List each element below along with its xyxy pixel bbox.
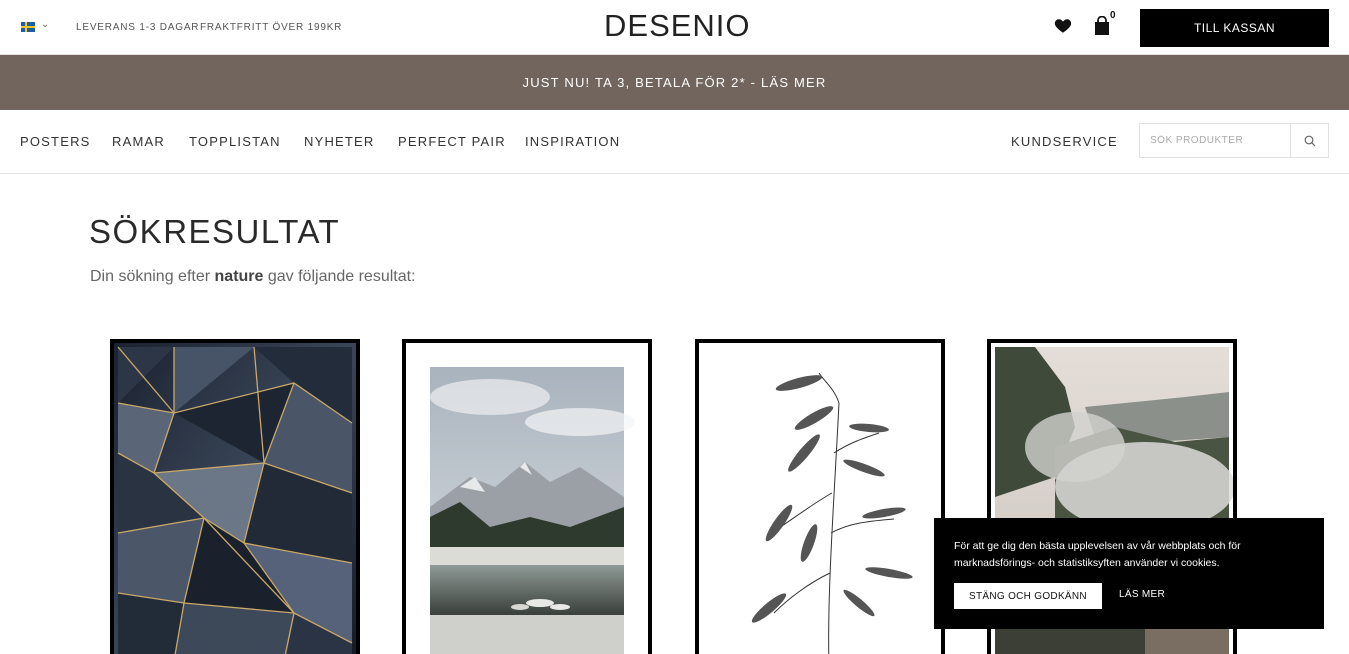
subtitle-before: Din sökning efter (90, 268, 215, 285)
subtitle-after: gav följande resultat: (263, 268, 416, 285)
search-result-text: Din sökning efter nature gav följande re… (90, 268, 416, 286)
chevron-down-icon[interactable]: ⌄ (41, 19, 49, 30)
heart-icon[interactable] (1054, 17, 1072, 35)
cookie-read-more-link[interactable]: LÄS MER (1119, 589, 1165, 600)
cart-count: 0 (1110, 10, 1116, 21)
nav-item-kundservice[interactable]: KUNDSERVICE (1011, 134, 1118, 149)
nav-item-nyheter[interactable]: NYHETER (304, 134, 375, 149)
search-button[interactable] (1290, 124, 1329, 157)
cookie-accept-button[interactable]: STÄNG OCH GODKÄNN (954, 583, 1102, 609)
logo[interactable]: DESENIO (604, 8, 751, 44)
nav-item-ramar[interactable]: RAMAR (112, 134, 165, 149)
nav-item-inspiration[interactable]: INSPIRATION (525, 134, 620, 149)
cookie-banner: För att ge dig den bästa upplevelsen av … (934, 518, 1324, 629)
search-box (1139, 123, 1329, 158)
oat-grass-poster-image (699, 343, 941, 654)
promo-banner[interactable]: JUST NU! TA 3, BETALA FÖR 2* - LÄS MER (0, 55, 1349, 110)
mountain-lake-poster-image (406, 343, 648, 654)
page-title: SÖKRESULTAT (89, 213, 341, 250)
nav-item-perfect-pair[interactable]: PERFECT PAIR (398, 134, 506, 149)
shopping-bag-icon[interactable] (1094, 16, 1110, 36)
nav-item-posters[interactable]: POSTERS (20, 134, 91, 149)
checkout-button[interactable]: TILL KASSAN (1140, 9, 1329, 47)
sweden-flag-icon[interactable] (21, 22, 35, 32)
product-card-oat-grass[interactable] (695, 339, 945, 654)
top-bar: ⌄ LEVERANS 1-3 DAGAR FRAKTFRITT ÖVER 199… (0, 0, 1349, 55)
cookie-text: För att ge dig den bästa upplevelsen av … (954, 540, 1241, 569)
product-card-geometric[interactable] (110, 339, 360, 654)
main-nav: POSTERS RAMAR TOPPLISTAN NYHETER PERFECT… (0, 110, 1349, 174)
product-card-mountain-lake[interactable] (402, 339, 652, 654)
geometric-poster-image (114, 343, 356, 654)
search-icon (1304, 135, 1316, 146)
search-input[interactable] (1140, 124, 1290, 157)
search-query: nature (214, 268, 264, 285)
free-shipping-info: FRAKTFRITT ÖVER 199KR (200, 22, 343, 33)
delivery-info: LEVERANS 1-3 DAGAR (76, 22, 200, 33)
nav-item-topplistan[interactable]: TOPPLISTAN (189, 134, 281, 149)
